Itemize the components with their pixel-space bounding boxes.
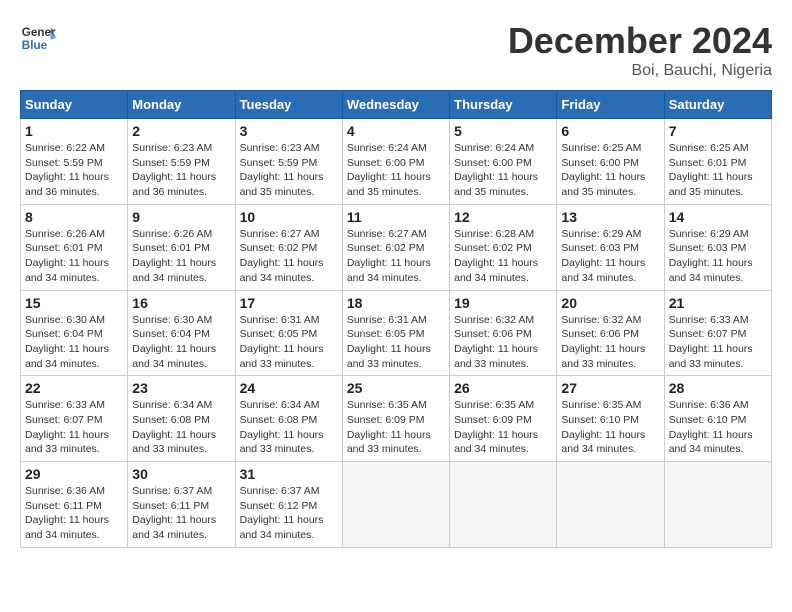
day-23: 23 Sunrise: 6:34 AMSunset: 6:08 PMDaylig… bbox=[128, 376, 235, 462]
logo: General Blue bbox=[20, 20, 56, 56]
day-21: 21 Sunrise: 6:33 AMSunset: 6:07 PMDaylig… bbox=[664, 290, 771, 376]
day-6: 6 Sunrise: 6:25 AMSunset: 6:00 PMDayligh… bbox=[557, 119, 664, 205]
day-11: 11 Sunrise: 6:27 AMSunset: 6:02 PMDaylig… bbox=[342, 204, 449, 290]
day-26: 26 Sunrise: 6:35 AMSunset: 6:09 PMDaylig… bbox=[450, 376, 557, 462]
day-19: 19 Sunrise: 6:32 AMSunset: 6:06 PMDaylig… bbox=[450, 290, 557, 376]
empty-cell-4 bbox=[664, 462, 771, 548]
day-15: 15 Sunrise: 6:30 AMSunset: 6:04 PMDaylig… bbox=[21, 290, 128, 376]
day-22: 22 Sunrise: 6:33 AMSunset: 6:07 PMDaylig… bbox=[21, 376, 128, 462]
day-30: 30 Sunrise: 6:37 AMSunset: 6:11 PMDaylig… bbox=[128, 462, 235, 548]
svg-text:Blue: Blue bbox=[22, 39, 48, 52]
day-3: 3 Sunrise: 6:23 AMSunset: 5:59 PMDayligh… bbox=[235, 119, 342, 205]
day-24: 24 Sunrise: 6:34 AMSunset: 6:08 PMDaylig… bbox=[235, 376, 342, 462]
col-tuesday: Tuesday bbox=[235, 91, 342, 119]
day-20: 20 Sunrise: 6:32 AMSunset: 6:06 PMDaylig… bbox=[557, 290, 664, 376]
day-2: 2 Sunrise: 6:23 AMSunset: 5:59 PMDayligh… bbox=[128, 119, 235, 205]
calendar-table: Sunday Monday Tuesday Wednesday Thursday… bbox=[20, 90, 772, 548]
day-8: 8 Sunrise: 6:26 AMSunset: 6:01 PMDayligh… bbox=[21, 204, 128, 290]
logo-icon: General Blue bbox=[20, 20, 56, 56]
title-section: December 2024 Boi, Bauchi, Nigeria bbox=[508, 20, 772, 80]
col-sunday: Sunday bbox=[21, 91, 128, 119]
week-row-1: 1 Sunrise: 6:22 AMSunset: 5:59 PMDayligh… bbox=[21, 119, 772, 205]
day-28: 28 Sunrise: 6:36 AMSunset: 6:10 PMDaylig… bbox=[664, 376, 771, 462]
day-5: 5 Sunrise: 6:24 AMSunset: 6:00 PMDayligh… bbox=[450, 119, 557, 205]
empty-cell-1 bbox=[342, 462, 449, 548]
empty-cell-3 bbox=[557, 462, 664, 548]
day-27: 27 Sunrise: 6:35 AMSunset: 6:10 PMDaylig… bbox=[557, 376, 664, 462]
day-25: 25 Sunrise: 6:35 AMSunset: 6:09 PMDaylig… bbox=[342, 376, 449, 462]
day-12: 12 Sunrise: 6:28 AMSunset: 6:02 PMDaylig… bbox=[450, 204, 557, 290]
day-13: 13 Sunrise: 6:29 AMSunset: 6:03 PMDaylig… bbox=[557, 204, 664, 290]
day-31: 31 Sunrise: 6:37 AMSunset: 6:12 PMDaylig… bbox=[235, 462, 342, 548]
day-29: 29 Sunrise: 6:36 AMSunset: 6:11 PMDaylig… bbox=[21, 462, 128, 548]
empty-cell-2 bbox=[450, 462, 557, 548]
col-friday: Friday bbox=[557, 91, 664, 119]
day-10: 10 Sunrise: 6:27 AMSunset: 6:02 PMDaylig… bbox=[235, 204, 342, 290]
week-row-4: 22 Sunrise: 6:33 AMSunset: 6:07 PMDaylig… bbox=[21, 376, 772, 462]
day-18: 18 Sunrise: 6:31 AMSunset: 6:05 PMDaylig… bbox=[342, 290, 449, 376]
col-monday: Monday bbox=[128, 91, 235, 119]
col-wednesday: Wednesday bbox=[342, 91, 449, 119]
week-row-2: 8 Sunrise: 6:26 AMSunset: 6:01 PMDayligh… bbox=[21, 204, 772, 290]
location-title: Boi, Bauchi, Nigeria bbox=[508, 62, 772, 80]
day-14: 14 Sunrise: 6:29 AMSunset: 6:03 PMDaylig… bbox=[664, 204, 771, 290]
day-1: 1 Sunrise: 6:22 AMSunset: 5:59 PMDayligh… bbox=[21, 119, 128, 205]
col-thursday: Thursday bbox=[450, 91, 557, 119]
day-9: 9 Sunrise: 6:26 AMSunset: 6:01 PMDayligh… bbox=[128, 204, 235, 290]
day-4: 4 Sunrise: 6:24 AMSunset: 6:00 PMDayligh… bbox=[342, 119, 449, 205]
day-7: 7 Sunrise: 6:25 AMSunset: 6:01 PMDayligh… bbox=[664, 119, 771, 205]
day-16: 16 Sunrise: 6:30 AMSunset: 6:04 PMDaylig… bbox=[128, 290, 235, 376]
week-row-5: 29 Sunrise: 6:36 AMSunset: 6:11 PMDaylig… bbox=[21, 462, 772, 548]
day-17: 17 Sunrise: 6:31 AMSunset: 6:05 PMDaylig… bbox=[235, 290, 342, 376]
col-saturday: Saturday bbox=[664, 91, 771, 119]
week-row-3: 15 Sunrise: 6:30 AMSunset: 6:04 PMDaylig… bbox=[21, 290, 772, 376]
month-title: December 2024 bbox=[508, 20, 772, 62]
